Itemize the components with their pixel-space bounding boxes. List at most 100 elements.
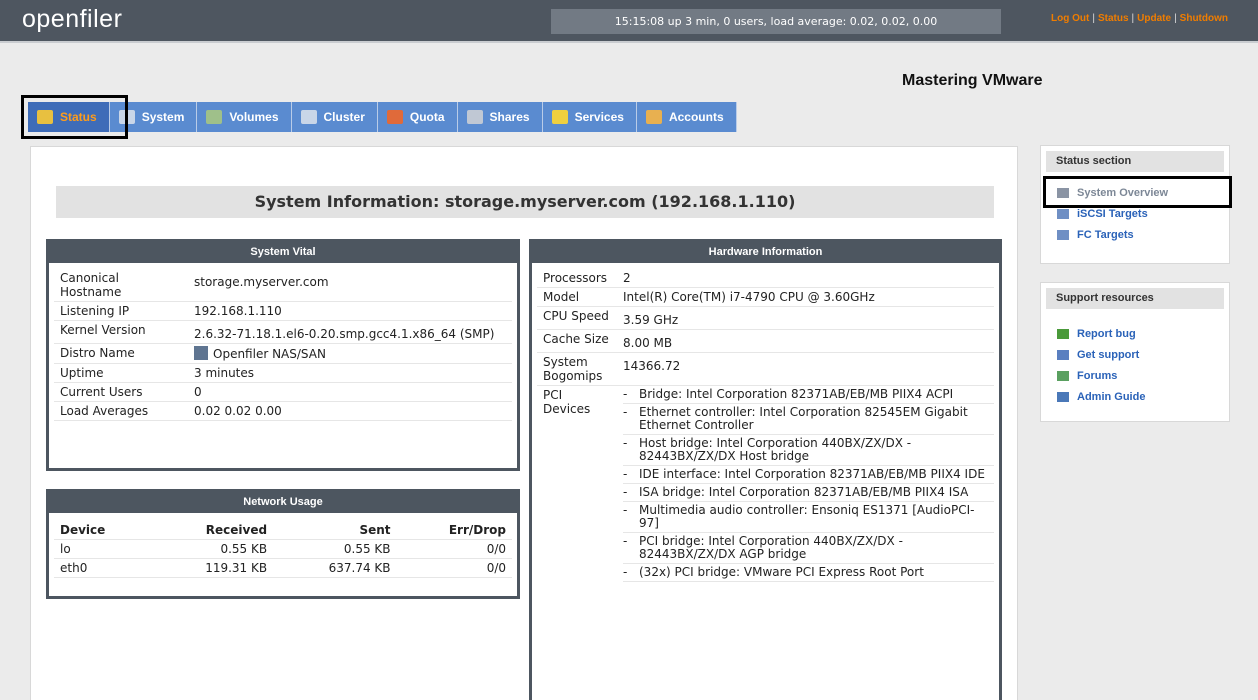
- support-resources-header: Support resources: [1046, 288, 1224, 309]
- table-row: Load Averages 0.02 0.02 0.00: [54, 401, 512, 421]
- list-bullet: -: [623, 436, 628, 450]
- list-item: - Bridge: Intel Corporation 82371AB/EB/MB…: [623, 386, 994, 404]
- tab-accounts[interactable]: Accounts: [636, 102, 737, 132]
- vital-value-text: 192.168.1.110: [194, 304, 282, 318]
- status-link[interactable]: Status: [1098, 13, 1129, 24]
- table-row: Kernel Version 2.6.32-71.18.1.el6-0.20.sm…: [54, 320, 512, 344]
- accounts-icon: [645, 110, 662, 124]
- cluster-icon: [300, 110, 317, 124]
- network-usage-header: Network Usage: [49, 492, 517, 513]
- tab-services[interactable]: Services: [542, 102, 637, 132]
- pci-device-text: Bridge: Intel Corporation 82371AB/EB/MB …: [639, 387, 954, 401]
- support-links: Report bug Get support Forums Admin Guide: [1041, 309, 1229, 407]
- update-link[interactable]: Update: [1137, 13, 1171, 24]
- support-link-admin-guide[interactable]: Admin Guide: [1041, 386, 1229, 407]
- list-bullet: -: [623, 485, 628, 499]
- table-header-row: Device Received Sent Err/Drop: [54, 519, 512, 540]
- network-usage-table: Device Received Sent Err/Drop lo 0.55 KB 0.55 …: [54, 519, 512, 578]
- table-cell: 119.31 KB: [149, 558, 274, 578]
- table-cell: lo: [54, 539, 150, 559]
- shares-icon: [466, 110, 483, 124]
- quota-icon: [386, 110, 403, 124]
- network-usage-panel: Network Usage Device Received Sent Err/Drop…: [46, 489, 520, 599]
- link-label: FC Targets: [1077, 228, 1134, 241]
- vital-value: 192.168.1.110: [188, 301, 512, 321]
- support-link-get-support[interactable]: Get support: [1041, 344, 1229, 365]
- vital-key: Canonical Hostname: [54, 269, 188, 302]
- vital-key: Kernel Version: [54, 320, 188, 344]
- list-item: - Ethernet controller: Intel Corporation …: [623, 404, 994, 435]
- status-tab-highlight: [21, 95, 128, 139]
- shutdown-link[interactable]: Shutdown: [1180, 13, 1228, 24]
- column-header: Device: [54, 519, 150, 540]
- hardware-value: 8.00 MB: [617, 329, 994, 353]
- list-item: - Host bridge: Intel Corporation 440BX/ZX…: [623, 435, 994, 466]
- pci-device-text: Multimedia audio controller: Ensoniq ES1…: [639, 503, 975, 530]
- tab-shares[interactable]: Shares: [457, 102, 543, 132]
- distro-icon: [194, 346, 208, 360]
- system-vital-panel: System Vital Canonical Hostname storage.m…: [46, 239, 520, 471]
- table-row: CPU Speed 3.59 GHz: [537, 306, 994, 330]
- vital-value-text: storage.myserver.com: [194, 275, 329, 289]
- link-label: Get support: [1077, 348, 1140, 361]
- pci-device-text: PCI bridge: Intel Corporation 440BX/ZX/D…: [639, 534, 903, 561]
- pci-label: PCI Devices: [543, 388, 591, 416]
- pci-device-text: IDE interface: Intel Corporation 82371AB…: [639, 467, 985, 481]
- column-header: Sent: [273, 519, 397, 540]
- vital-value-text: Openfiler NAS/SAN: [213, 347, 326, 361]
- link-label: Admin Guide: [1077, 390, 1146, 403]
- vital-value-text: 3 minutes: [194, 366, 255, 380]
- vital-key: Uptime: [54, 363, 188, 383]
- status-link-fc-targets[interactable]: FC Targets: [1041, 224, 1229, 245]
- table-row: eth0 119.31 KB 637.74 KB 0/0: [54, 558, 512, 578]
- system-vital-table: Canonical Hostname storage.myserver.com Li…: [54, 269, 512, 421]
- table-row: Listening IP 192.168.1.110: [54, 301, 512, 321]
- vital-key: Current Users: [54, 382, 188, 402]
- page-title: Mastering VMware: [902, 72, 1043, 89]
- support-resources-box: Support resources Report bug Get support F…: [1040, 282, 1230, 422]
- hardware-info-panel: Hardware Information Processors 2 Model Int…: [529, 239, 1002, 700]
- tab-label: Services: [574, 110, 624, 124]
- system-info-title: System Information: storage.myserver.com…: [56, 186, 994, 218]
- table-row: Uptime 3 minutes: [54, 363, 512, 383]
- system-overview-highlight: [1043, 176, 1232, 208]
- table-cell: eth0: [54, 558, 150, 578]
- openfiler-logo: openfiler: [22, 5, 123, 33]
- list-bullet: -: [623, 565, 628, 579]
- link-label: Report bug: [1077, 327, 1136, 340]
- list-item: - Multimedia audio controller: Ensoniq ES…: [623, 502, 994, 533]
- hardware-info-header: Hardware Information: [532, 242, 999, 263]
- logout-link[interactable]: Log Out: [1051, 13, 1089, 24]
- main-content: System Information: storage.myserver.com…: [30, 146, 1018, 700]
- hardware-key: Model: [537, 287, 617, 307]
- list-bullet: -: [623, 467, 628, 481]
- column-header: Err/Drop: [396, 519, 512, 540]
- pci-device-text: Host bridge: Intel Corporation 440BX/ZX/…: [639, 436, 912, 463]
- table-row: lo 0.55 KB 0.55 KB 0/0: [54, 539, 512, 559]
- uptime-status: 15:15:08 up 3 min, 0 users, load average…: [551, 9, 1001, 34]
- table-cell: 0/0: [396, 558, 512, 578]
- support-link-report-bug[interactable]: Report bug: [1041, 323, 1229, 344]
- vital-value: 0.02 0.02 0.00: [188, 401, 512, 421]
- tab-label: Shares: [489, 110, 530, 124]
- tab-cluster[interactable]: Cluster: [291, 102, 378, 132]
- hardware-key: Cache Size: [537, 329, 617, 353]
- link-label: Forums: [1077, 369, 1118, 382]
- services-icon: [551, 110, 568, 124]
- support-link-forums[interactable]: Forums: [1041, 365, 1229, 386]
- tab-label: Accounts: [668, 110, 724, 124]
- tab-quota[interactable]: Quota: [377, 102, 458, 132]
- vital-value-text: 0.02 0.02 0.00: [194, 404, 282, 418]
- bug-icon: [1057, 328, 1069, 339]
- table-cell: 0.55 KB: [149, 539, 274, 559]
- tab-volumes[interactable]: Volumes: [197, 102, 292, 132]
- hardware-table: Processors 2 Model Intel(R) Core(TM) i7-479…: [537, 269, 994, 582]
- pci-cell: - Bridge: Intel Corporation 82371AB/EB/MB…: [617, 386, 994, 582]
- column-header: Received: [149, 519, 274, 540]
- main-tabs: Status System Volumes Cluster Quota Shares Ser…: [28, 102, 737, 132]
- hardware-key: System Bogomips: [537, 352, 617, 386]
- vital-value: Openfiler NAS/SAN: [188, 343, 512, 364]
- list-bullet: -: [623, 534, 628, 548]
- pci-device-text: Ethernet controller: Intel Corporation 8…: [639, 405, 968, 432]
- table-cell: 0.55 KB: [273, 539, 397, 559]
